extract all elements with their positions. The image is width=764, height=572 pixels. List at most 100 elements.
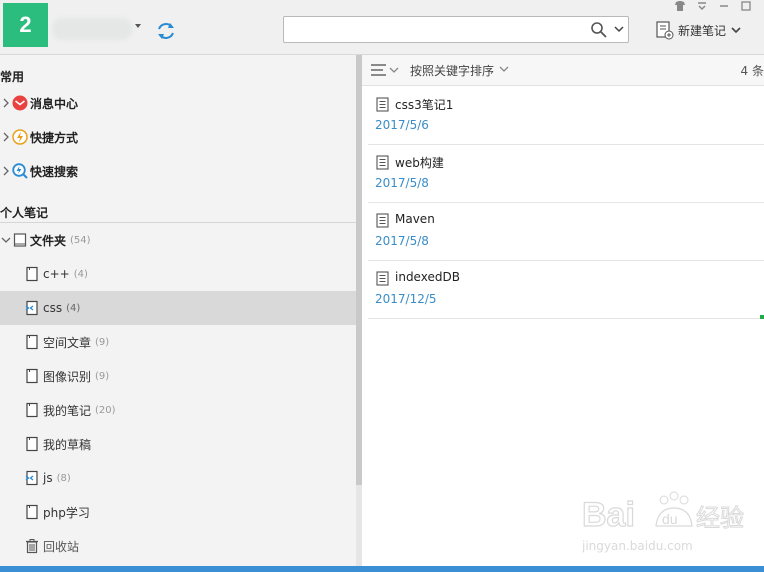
note-date: 2017/5/8: [375, 234, 429, 248]
avatar[interactable]: 2: [3, 3, 48, 47]
chevron-down-icon[interactable]: [499, 65, 509, 73]
user-menu-caret-icon[interactable]: [135, 24, 141, 28]
chevron-down-icon[interactable]: [730, 25, 742, 35]
sidebar-item-my-notes[interactable]: 我的笔记 (20): [0, 393, 356, 427]
baidu-jingyan-watermark: Bai du 经验 jingyan.baidu.com: [581, 488, 752, 558]
sidebar-item-label: 快速搜索: [30, 164, 79, 179]
maximize-icon[interactable]: [740, 0, 752, 12]
trash-icon: [26, 539, 38, 554]
subfolder-count: (20): [95, 404, 116, 416]
subfolder-count: (8): [56, 472, 71, 484]
sidebar-item-recycle-bin[interactable]: 回收站: [0, 529, 356, 563]
chevron-right-icon[interactable]: [0, 98, 12, 108]
skin-icon[interactable]: [674, 0, 686, 12]
note-date: 2017/12/5: [375, 292, 437, 306]
note-date: 2017/5/8: [375, 176, 429, 190]
notebook-icon: [26, 334, 38, 350]
new-note-button[interactable]: 新建笔记: [654, 19, 742, 41]
note-count: 4 条: [740, 64, 764, 78]
sync-icon[interactable]: [155, 20, 177, 42]
notebook-icon: [26, 402, 38, 418]
note-title: Maven: [395, 212, 435, 226]
note-title: indexedDB: [395, 270, 460, 284]
document-icon: [376, 97, 389, 112]
window-controls: [674, 0, 752, 12]
sidebar-item-css[interactable]: css (4): [0, 291, 356, 325]
subfolder-count: (4): [66, 302, 81, 314]
minimize-icon[interactable]: [718, 0, 730, 12]
subfolder-label: 回收站: [43, 539, 80, 554]
common-section-title: 常用: [0, 70, 25, 84]
subfolder-count: (9): [95, 370, 110, 382]
subfolder-count: (9): [95, 336, 110, 348]
sidebar-item-label: 文件夹: [30, 233, 67, 248]
top-toolbar: 2 新建笔记: [0, 0, 764, 55]
chevron-right-icon[interactable]: [0, 132, 12, 142]
search-box[interactable]: [283, 16, 629, 43]
notebook-icon: [26, 368, 38, 384]
document-icon: [376, 271, 389, 286]
sidebar-item-quick-search[interactable]: 快速搜索: [0, 154, 356, 188]
lightning-icon: [12, 129, 28, 145]
sidebar-item-messages[interactable]: 消息中心: [0, 86, 356, 120]
subfolder-label: c++: [43, 267, 70, 281]
watermark-url: jingyan.baidu.com: [582, 539, 693, 553]
taskbar-strip: [0, 566, 764, 572]
subfolder-label: 我的笔记: [43, 403, 92, 418]
document-icon: [376, 213, 389, 228]
note-title: css3笔记1: [395, 98, 454, 112]
search-icon[interactable]: [590, 21, 608, 39]
status-marker: [760, 315, 764, 319]
svg-text:Bai: Bai: [582, 496, 635, 534]
quick-search-icon: [12, 163, 28, 179]
note-item[interactable]: Maven 2017/5/8: [368, 203, 764, 261]
subfolder-label: 我的草稿: [43, 437, 92, 452]
sidebar-item-image-recognition[interactable]: 图像识别 (9): [0, 359, 356, 393]
search-input[interactable]: [290, 21, 584, 41]
sidebar-item-php[interactable]: php学习: [0, 495, 356, 529]
document-icon: [376, 155, 389, 170]
message-icon: [12, 95, 28, 111]
sidebar: 常用 消息中心 快捷方式 快速搜索 个人笔记 文件夹 (54) c++ (4) …: [0, 55, 356, 572]
svg-text:du: du: [662, 511, 678, 527]
note-date: 2017/5/6: [375, 118, 429, 132]
sidebar-item-folders[interactable]: 文件夹 (54): [0, 223, 356, 257]
new-note-label: 新建笔记: [678, 23, 727, 38]
notebook-icon: [26, 436, 38, 452]
subfolder-label: 空间文章: [43, 335, 92, 350]
menu-icon[interactable]: [696, 0, 708, 12]
subfolder-label: 图像识别: [43, 369, 92, 384]
note-item[interactable]: css3笔记1 2017/5/6: [368, 87, 764, 145]
sidebar-item-label: 消息中心: [30, 96, 79, 111]
notebook-icon: [26, 504, 38, 520]
personal-notes-section-title: 个人笔记: [0, 206, 49, 220]
chevron-right-icon[interactable]: [0, 166, 12, 176]
code-notebook-icon: [25, 470, 38, 486]
folder-notebook-icon: [13, 233, 27, 247]
new-note-icon: [656, 21, 674, 40]
sidebar-item-shortcuts[interactable]: 快捷方式: [0, 120, 356, 154]
sort-bar: 按照关键字排序 4 条: [362, 55, 764, 86]
baidu-paw-logo: Bai du 经验 jingyan.baidu.com: [581, 491, 745, 553]
subfolder-label: js: [43, 471, 53, 485]
sidebar-item-my-drafts[interactable]: 我的草稿: [0, 427, 356, 461]
sidebar-item-label: 快捷方式: [30, 130, 79, 145]
note-title: web构建: [395, 156, 444, 170]
username-blurred[interactable]: [52, 18, 132, 40]
sidebar-item-cpp[interactable]: c++ (4): [0, 257, 356, 291]
chevron-down-icon[interactable]: [614, 25, 624, 33]
svg-text:经验: 经验: [696, 504, 744, 532]
code-notebook-icon: [25, 300, 38, 316]
note-item[interactable]: web构建 2017/5/8: [368, 145, 764, 203]
subfolder-count: (4): [73, 268, 88, 280]
folder-count: (54): [70, 234, 91, 246]
notebook-icon: [26, 266, 38, 282]
note-item[interactable]: indexedDB 2017/12/5: [368, 261, 764, 319]
sidebar-item-js[interactable]: js (8): [0, 461, 356, 495]
sidebar-item-space-articles[interactable]: 空间文章 (9): [0, 325, 356, 359]
sort-dropdown-label[interactable]: 按照关键字排序: [410, 62, 494, 79]
list-view-icon[interactable]: [370, 62, 400, 78]
subfolder-label: php学习: [43, 505, 90, 520]
subfolder-label: css: [43, 301, 63, 315]
chevron-down-icon[interactable]: [0, 236, 12, 244]
